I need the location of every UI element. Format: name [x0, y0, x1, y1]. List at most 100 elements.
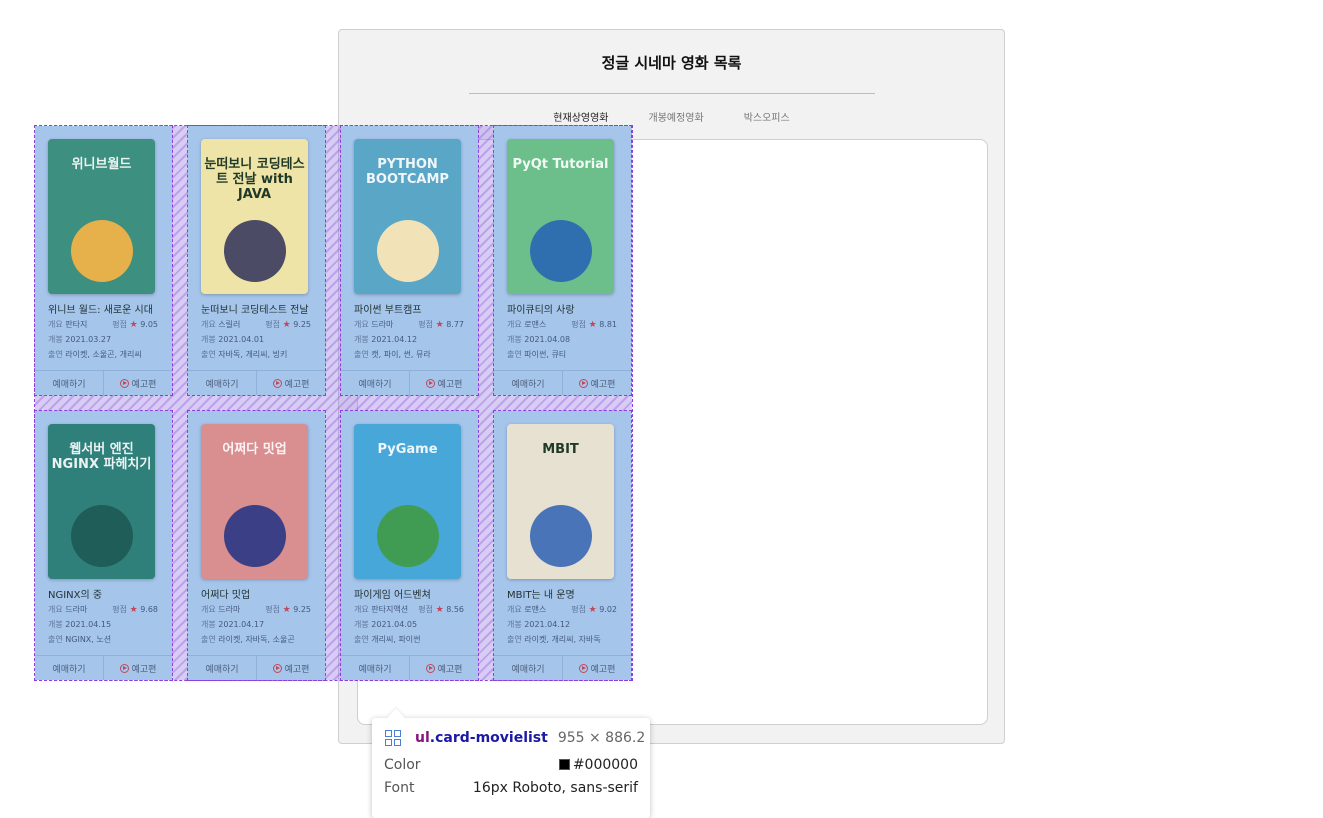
star-icon: ★	[129, 320, 138, 330]
movie-rating: 평점 ★ 8.81	[571, 320, 617, 330]
tab-box-office[interactable]: 박스오피스	[744, 109, 790, 124]
card-actions: 예매하기 예고편	[188, 370, 325, 395]
star-icon: ★	[435, 320, 444, 330]
movie-genre: 개요 드라마	[201, 605, 241, 614]
movie-poster[interactable]: PYTHON BOOTCAMP	[354, 139, 461, 294]
book-button[interactable]: 예매하기	[341, 656, 409, 680]
movie-cast: 출연 파이썬, 큐티	[507, 350, 567, 359]
movie-poster[interactable]: 눈떠보니 코딩테스트 전날 with JAVA	[201, 139, 308, 294]
card-movielist: 위니브월드 위니브 월드: 새로운 시대 개요 판타지 평점 ★ 9.05 개봉 202…	[34, 125, 633, 681]
tab-coming-soon[interactable]: 개봉예정영화	[649, 109, 704, 124]
poster-illustration	[529, 220, 592, 282]
movie-rating: 평점 ★ 9.02	[571, 605, 617, 615]
movie-poster[interactable]: PyQt Tutorial	[507, 139, 614, 294]
star-icon: ★	[588, 605, 597, 615]
trailer-button[interactable]: 예고편	[409, 371, 478, 395]
movie-card[interactable]: MBIT MBIT는 내 운명 개요 로맨스 평점 ★ 9.02 개봉 2021.04.…	[493, 410, 632, 681]
movie-card[interactable]: PyQt Tutorial 파이큐티의 사랑개요 로맨스 평점 ★ 8.81 개봉 2…	[493, 125, 632, 396]
movie-genre: 개요 로맨스	[507, 605, 547, 614]
movie-card[interactable]: 눈떠보니 코딩테스트 전날 with JAVA 눈떠보니 코딩테스트 전날 개요 스…	[187, 125, 326, 396]
star-icon: ★	[282, 605, 291, 615]
card-actions: 예매하기 예고편	[341, 370, 478, 395]
card-actions: 예매하기 예고편	[341, 655, 478, 680]
tab-now-playing[interactable]: 현재상영영화	[553, 109, 608, 124]
star-icon: ★	[129, 605, 138, 615]
book-button[interactable]: 예매하기	[188, 371, 256, 395]
star-icon: ★	[282, 320, 291, 330]
trailer-button[interactable]: 예고편	[409, 656, 478, 680]
trailer-button[interactable]: 예고편	[256, 656, 325, 680]
movie-poster[interactable]: MBIT	[507, 424, 614, 579]
movie-title: NGINX의 중	[48, 590, 103, 601]
star-icon: ★	[588, 320, 597, 330]
movie-rating: 평점 ★ 8.77	[418, 320, 464, 330]
play-icon	[425, 378, 435, 388]
trailer-button[interactable]: 예고편	[562, 371, 631, 395]
movie-rating: 평점 ★ 8.56	[418, 605, 464, 615]
movie-poster[interactable]: 위니브월드	[48, 139, 155, 294]
trailer-button[interactable]: 예고편	[103, 656, 172, 680]
movie-title: 파이큐티의 사랑	[507, 305, 575, 316]
movie-title: 파이썬 부트캠프	[354, 305, 422, 316]
movie-rating: 평점 ★ 9.25	[265, 320, 311, 330]
font-row: Font 16px Roboto, sans-serif	[384, 780, 638, 796]
movie-release: 개봉 2021.04.01	[201, 335, 265, 344]
movie-cast: 출연 캣, 파이, 썬, 뮤라	[354, 350, 431, 359]
trailer-button[interactable]: 예고편	[562, 656, 631, 680]
movie-card[interactable]: PyGame 파이게임 어드벤쳐 개요 판타지액션 평점 ★ 8.56 개봉 2021.…	[340, 410, 479, 681]
movie-rating: 평점 ★ 9.25	[265, 605, 311, 615]
star-icon: ★	[435, 605, 444, 615]
play-icon	[272, 378, 282, 388]
movie-poster[interactable]: 어쩌다 밋업	[201, 424, 308, 579]
trailer-button[interactable]: 예고편	[256, 371, 325, 395]
movie-poster[interactable]: 웹서버 엔진 NGINX 파헤치기	[48, 424, 155, 579]
movie-release: 개봉 2021.04.08	[507, 335, 571, 344]
movie-cast: 출연 라이켓, 소울곤, 개리씨	[48, 350, 142, 359]
movie-genre: 개요 로맨스	[507, 320, 547, 329]
movie-card[interactable]: 어쩌다 밋업 어쩌다 밋업 개요 드라마 평점 ★ 9.25 개봉 2021.04.17…	[187, 410, 326, 681]
movie-card[interactable]: 웹서버 엔진 NGINX 파헤치기 NGINX의 중개요 드라마 평점 ★ 9.68…	[34, 410, 173, 681]
movie-title: 위니브 월드: 새로운 시대	[48, 305, 153, 316]
movie-rating: 평점 ★ 9.68	[112, 605, 158, 615]
selector-label: ul.card-movielist	[415, 730, 548, 746]
movie-rating: 평점 ★ 9.05	[112, 320, 158, 330]
poster-illustration	[376, 505, 439, 567]
color-swatch	[558, 759, 570, 770]
book-button[interactable]: 예매하기	[35, 371, 103, 395]
movie-genre: 개요 판타지액션	[354, 605, 409, 614]
movie-release: 개봉 2021.04.17	[201, 620, 265, 629]
play-icon	[272, 663, 282, 673]
card-actions: 예매하기 예고편	[494, 655, 631, 680]
poster-illustration	[223, 505, 286, 567]
book-button[interactable]: 예매하기	[494, 371, 562, 395]
page-title: 정글 시네마 영화 목록	[601, 54, 742, 72]
poster-illustration	[376, 220, 439, 282]
book-button[interactable]: 예매하기	[35, 656, 103, 680]
movie-card[interactable]: 위니브월드 위니브 월드: 새로운 시대 개요 판타지 평점 ★ 9.05 개봉 202…	[34, 125, 173, 396]
movie-card[interactable]: PYTHON BOOTCAMP 파이썬 부트캠프 개요 드라마 평점 ★ 8.77 개봉…	[340, 125, 479, 396]
movie-poster[interactable]: PyGame	[354, 424, 461, 579]
movie-genre: 개요 드라마	[48, 605, 88, 614]
book-button[interactable]: 예매하기	[188, 656, 256, 680]
element-dimensions: 955 × 886.2	[557, 730, 646, 746]
poster-illustration	[223, 220, 286, 282]
movie-title: 눈떠보니 코딩테스트 전날	[201, 305, 309, 316]
title-divider	[469, 93, 875, 94]
poster-illustration	[529, 505, 592, 567]
movie-title: MBIT는 내 운명	[507, 590, 575, 601]
movie-tabs: 현재상영영화 개봉예정영화 박스오피스	[339, 109, 1004, 124]
card-actions: 예매하기 예고편	[35, 655, 172, 680]
card-actions: 예매하기 예고편	[35, 370, 172, 395]
movie-cast: 출연 라이켓, 자바독, 소울곤	[201, 635, 295, 644]
movie-cast: 출연 개리씨, 파이썬	[354, 635, 421, 644]
book-button[interactable]: 예매하기	[341, 371, 409, 395]
play-icon	[119, 663, 129, 673]
card-actions: 예매하기 예고편	[494, 370, 631, 395]
book-button[interactable]: 예매하기	[494, 656, 562, 680]
movie-title: 어쩌다 밋업	[201, 590, 251, 601]
movie-release: 개봉 2021.04.15	[48, 620, 112, 629]
poster-illustration	[70, 220, 133, 282]
movie-cast: 출연 NGINX, 노션	[48, 635, 112, 644]
trailer-button[interactable]: 예고편	[103, 371, 172, 395]
movie-release: 개봉 2021.04.12	[354, 335, 418, 344]
